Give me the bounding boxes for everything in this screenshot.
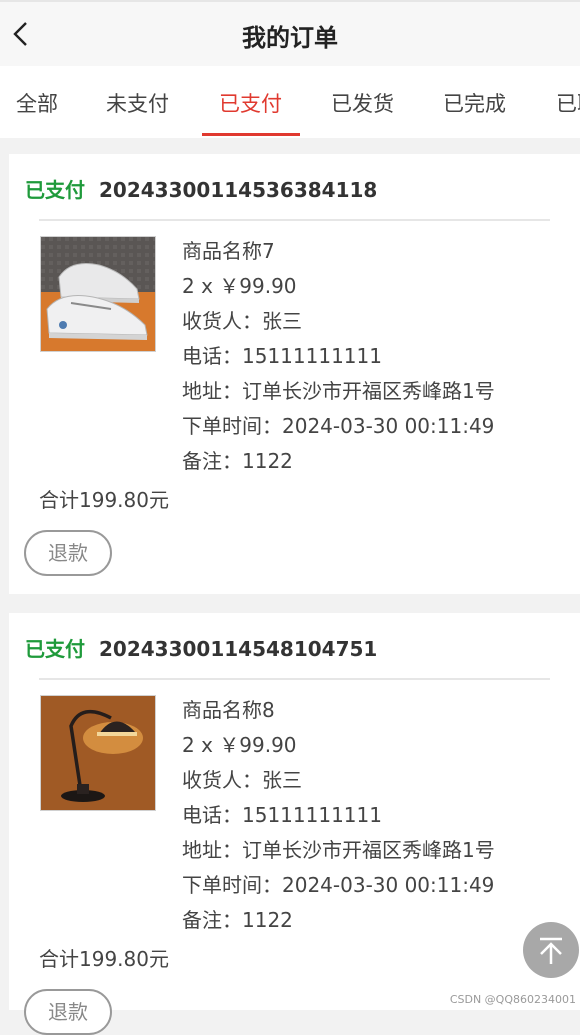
top-bar: 我的订单 bbox=[0, 0, 580, 66]
order-card: 已支付 20243300114548104751 商品名称8 2 x ￥99.90… bbox=[9, 613, 580, 1035]
page-title: 我的订单 bbox=[242, 24, 338, 52]
product-image[interactable] bbox=[40, 236, 156, 352]
tab-cancelled[interactable]: 已取 bbox=[556, 88, 580, 118]
order-total: 合计199.80元 bbox=[39, 947, 169, 971]
order-time: 下单时间：2024-03-30 00:11:49 bbox=[182, 873, 495, 897]
phone: 电话：15111111111 bbox=[182, 344, 382, 368]
note: 备注：1122 bbox=[182, 449, 293, 473]
order-header: 已支付 20243300114548104751 bbox=[25, 633, 377, 662]
desk-lamp-image bbox=[41, 696, 155, 810]
divider bbox=[39, 219, 550, 221]
order-total: 合计199.80元 bbox=[39, 488, 169, 512]
address: 地址：订单长沙市开福区秀峰路1号 bbox=[182, 838, 495, 862]
divider bbox=[39, 678, 550, 680]
tab-paid[interactable]: 已支付 bbox=[219, 88, 282, 118]
active-tab-indicator bbox=[202, 133, 300, 136]
order-info: 商品名称7 2 x ￥99.90 收货人：张三 电话：15111111111 地… bbox=[182, 234, 495, 479]
phone: 电话：15111111111 bbox=[182, 803, 382, 827]
product-name[interactable]: 商品名称8 bbox=[182, 693, 495, 728]
quantity-price: 2 x ￥99.90 bbox=[182, 733, 297, 757]
order-header: 已支付 20243300114536384118 bbox=[25, 174, 377, 203]
product-image[interactable] bbox=[40, 695, 156, 811]
arrow-up-icon bbox=[540, 937, 562, 964]
receiver: 收货人：张三 bbox=[182, 309, 302, 333]
refund-button[interactable]: 退款 bbox=[24, 530, 112, 576]
tab-all[interactable]: 全部 bbox=[16, 88, 58, 118]
order-info: 商品名称8 2 x ￥99.90 收货人：张三 电话：15111111111 地… bbox=[182, 693, 495, 938]
tab-shipped[interactable]: 已发货 bbox=[331, 88, 394, 118]
order-time: 下单时间：2024-03-30 00:11:49 bbox=[182, 414, 495, 438]
tab-completed[interactable]: 已完成 bbox=[443, 88, 506, 118]
scroll-to-top-button[interactable] bbox=[523, 922, 579, 978]
tab-unpaid[interactable]: 未支付 bbox=[106, 88, 169, 118]
quantity-price: 2 x ￥99.90 bbox=[182, 274, 297, 298]
order-number: 20243300114548104751 bbox=[99, 637, 378, 661]
order-status: 已支付 bbox=[25, 178, 85, 202]
receiver: 收货人：张三 bbox=[182, 768, 302, 792]
sneakers-image bbox=[41, 237, 155, 351]
order-status: 已支付 bbox=[25, 637, 85, 661]
order-card: 已支付 20243300114536384118 商品名称7 2 x ￥99.90… bbox=[9, 154, 580, 594]
watermark: CSDN @QQ860234001 bbox=[449, 993, 576, 1006]
refund-button[interactable]: 退款 bbox=[24, 989, 112, 1035]
product-name[interactable]: 商品名称7 bbox=[182, 234, 495, 269]
address: 地址：订单长沙市开福区秀峰路1号 bbox=[182, 379, 495, 403]
note: 备注：1122 bbox=[182, 908, 293, 932]
status-tabs: 全部 未支付 已支付 已发货 已完成 已取 bbox=[0, 66, 580, 138]
order-number: 20243300114536384118 bbox=[99, 178, 378, 202]
